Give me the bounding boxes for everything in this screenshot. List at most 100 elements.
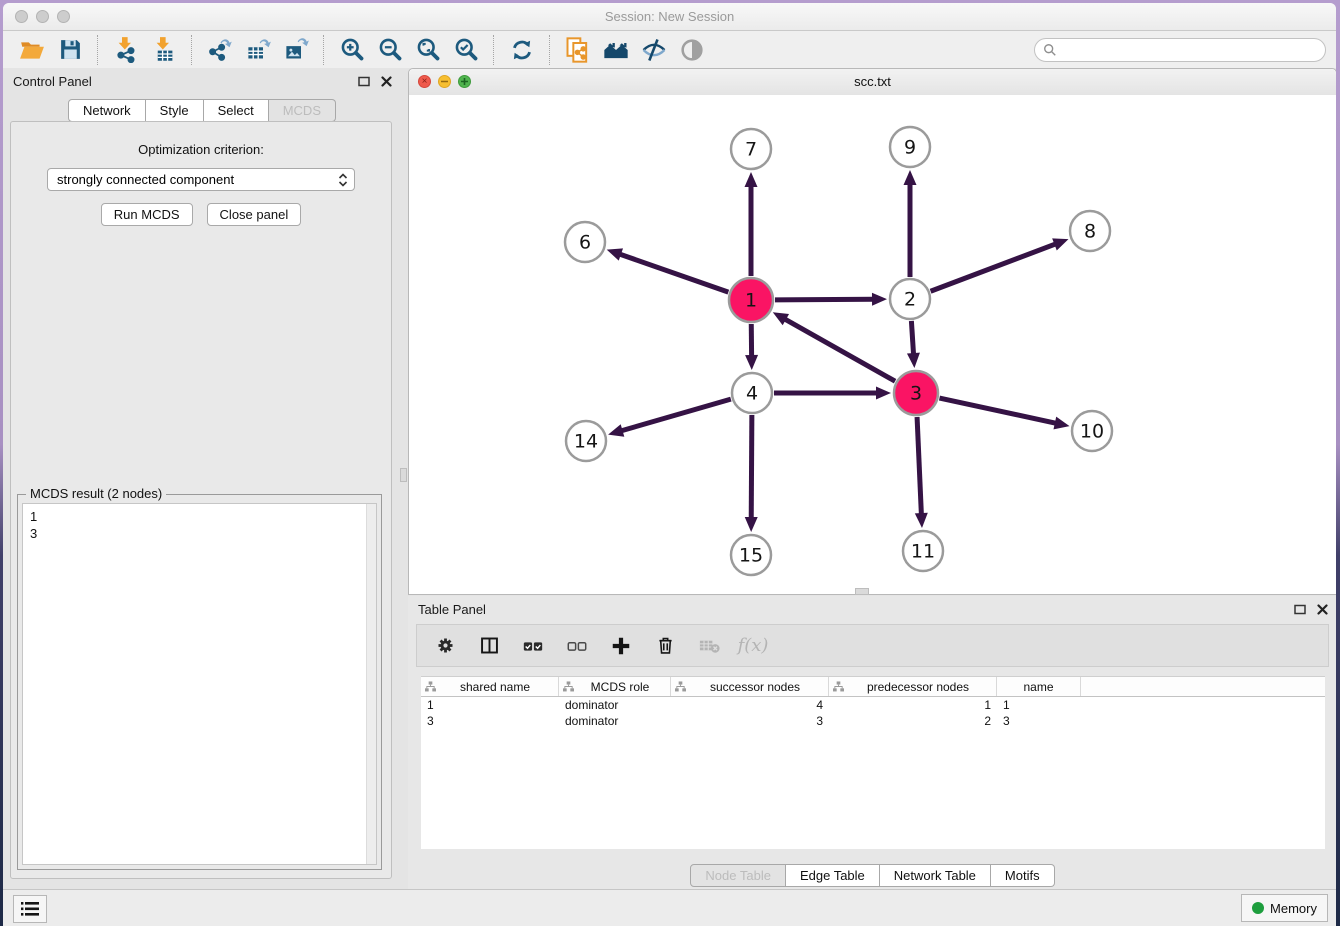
clone-network-icon[interactable] [564, 36, 592, 64]
tab-mcds[interactable]: MCDS [269, 99, 336, 122]
deselect-all-rows-icon[interactable] [565, 634, 589, 658]
search-box[interactable] [1034, 38, 1326, 62]
graph-edge-3-11[interactable] [917, 417, 921, 515]
zoom-selected-icon[interactable] [452, 36, 480, 64]
search-icon [1043, 43, 1057, 57]
tab-network-table[interactable]: Network Table [880, 864, 991, 887]
export-table-icon[interactable] [244, 36, 272, 64]
column-type-icon [675, 681, 686, 692]
delete-table-icon[interactable] [697, 634, 721, 658]
tab-select[interactable]: Select [204, 99, 269, 122]
graph-node-label: 7 [745, 139, 757, 161]
table-panel-title: Table Panel [418, 602, 486, 617]
graph-node-label: 9 [904, 137, 916, 159]
table-row[interactable]: 3 dominator 3 2 3 [421, 713, 1325, 729]
table-header-row: shared name MCDS role successor nodes pr… [421, 677, 1325, 697]
graph-node-label: 4 [746, 383, 758, 405]
graph-node-label: 1 [745, 290, 757, 312]
open-session-icon[interactable] [18, 36, 46, 64]
graph-edge-arrow [904, 170, 917, 185]
zoom-network-icon[interactable] [458, 75, 471, 88]
graph-edge-4-15[interactable] [751, 415, 752, 519]
close-panel-icon[interactable] [379, 74, 393, 88]
table-settings-gear-icon[interactable] [433, 634, 457, 658]
hide-panel-eye-icon[interactable] [678, 36, 706, 64]
graph-edge-2-8[interactable] [931, 244, 1057, 292]
memory-button[interactable]: Memory [1241, 894, 1328, 922]
column-header-predecessor-nodes[interactable]: predecessor nodes [829, 677, 997, 696]
column-header-name[interactable]: name [997, 677, 1081, 696]
result-scrollbar[interactable] [366, 504, 376, 864]
mcds-result-area[interactable]: 1 3 [22, 503, 377, 865]
graph-edge-1-6[interactable] [619, 254, 728, 292]
tab-edge-table[interactable]: Edge Table [786, 864, 880, 887]
control-panel: Control Panel Network Style Select MCDS … [3, 68, 401, 884]
add-column-icon[interactable] [609, 634, 633, 658]
export-network-icon[interactable] [206, 36, 234, 64]
export-image-icon[interactable] [282, 36, 310, 64]
minimize-window-icon[interactable] [36, 10, 49, 23]
cell-name[interactable]: 1 [997, 698, 1081, 712]
close-panel-button[interactable]: Close panel [207, 203, 302, 226]
graph-edge-arrow [1052, 238, 1068, 250]
graph-edge-1-2[interactable] [775, 299, 874, 300]
graph-edge-3-10[interactable] [939, 398, 1056, 423]
save-session-icon[interactable] [56, 36, 84, 64]
cell-shared-name[interactable]: 1 [421, 698, 559, 712]
run-mcds-button[interactable]: Run MCDS [101, 203, 193, 226]
cell-mcds-role[interactable]: dominator [559, 698, 671, 712]
import-network-icon[interactable] [112, 36, 140, 64]
node-table[interactable]: shared name MCDS role successor nodes pr… [421, 676, 1325, 849]
cell-name[interactable]: 3 [997, 714, 1081, 728]
minimize-network-icon[interactable] [438, 75, 451, 88]
import-table-icon[interactable] [150, 36, 178, 64]
zoom-window-icon[interactable] [57, 10, 70, 23]
apply-function-icon[interactable]: f(x) [741, 634, 765, 658]
graph-node-label: 11 [911, 541, 935, 563]
graph-edge-2-3[interactable] [911, 321, 913, 355]
zoom-fit-icon[interactable] [414, 36, 442, 64]
tab-style[interactable]: Style [146, 99, 204, 122]
float-panel-icon[interactable] [357, 74, 371, 88]
column-type-icon [833, 681, 844, 692]
tab-network[interactable]: Network [68, 99, 146, 122]
graph-node-label: 3 [910, 383, 922, 405]
zoom-out-icon[interactable] [376, 36, 404, 64]
toolbar-separator [323, 35, 325, 65]
cell-predecessor-nodes[interactable]: 2 [829, 714, 997, 728]
column-layout-icon[interactable] [477, 634, 501, 658]
close-window-icon[interactable] [15, 10, 28, 23]
cell-predecessor-nodes[interactable]: 1 [829, 698, 997, 712]
network-graph[interactable]: 7968124314101511 [409, 95, 1336, 594]
graph-edge-arrow [1053, 417, 1069, 430]
zoom-in-icon[interactable] [338, 36, 366, 64]
float-table-panel-icon[interactable] [1293, 602, 1307, 616]
close-table-panel-icon[interactable] [1315, 602, 1329, 616]
first-neighbors-icon[interactable] [602, 36, 630, 64]
list-icon [21, 901, 39, 917]
tab-node-table[interactable]: Node Table [690, 864, 786, 887]
select-all-rows-icon[interactable] [521, 634, 545, 658]
show-style-icon[interactable] [640, 36, 668, 64]
cell-successor-nodes[interactable]: 4 [671, 698, 829, 712]
refresh-icon[interactable] [508, 36, 536, 64]
network-canvas[interactable]: 7968124314101511 [409, 95, 1336, 594]
close-network-icon[interactable]: × [418, 75, 431, 88]
graph-edge-4-14[interactable] [621, 399, 731, 431]
graph-edge-3-1[interactable] [784, 319, 895, 382]
criterion-dropdown[interactable]: strongly connected component [47, 168, 355, 191]
delete-column-trash-icon[interactable] [653, 634, 677, 658]
cell-mcds-role[interactable]: dominator [559, 714, 671, 728]
column-header-shared-name[interactable]: shared name [421, 677, 559, 696]
vertical-splitter-handle[interactable] [400, 468, 407, 482]
cell-shared-name[interactable]: 3 [421, 714, 559, 728]
search-input[interactable] [1062, 42, 1317, 58]
column-header-successor-nodes[interactable]: successor nodes [671, 677, 829, 696]
task-history-button[interactable] [13, 895, 47, 923]
tab-motifs[interactable]: Motifs [991, 864, 1055, 887]
table-row[interactable]: 1 dominator 4 1 1 [421, 697, 1325, 713]
graph-edge-arrow [876, 387, 891, 400]
column-header-mcds-role[interactable]: MCDS role [559, 677, 671, 696]
horizontal-splitter-handle[interactable] [855, 588, 869, 595]
cell-successor-nodes[interactable]: 3 [671, 714, 829, 728]
